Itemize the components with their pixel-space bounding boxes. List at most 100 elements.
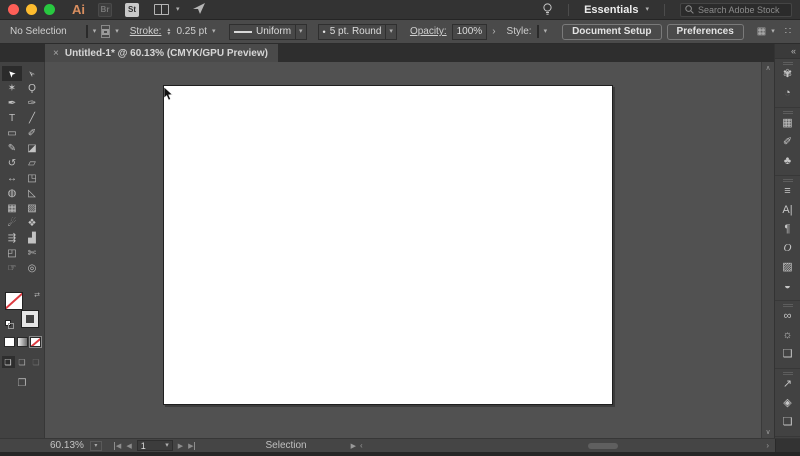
style-chevron-icon[interactable]: ▾	[544, 28, 548, 35]
rectangle-tool[interactable]: ▭	[2, 126, 22, 141]
line-segment-tool[interactable]: ╱	[22, 111, 42, 126]
stroke-weight-stepper[interactable]: ▴ ▾	[167, 27, 170, 37]
fill-stroke-indicator[interactable]: ⇄	[5, 292, 40, 329]
document-setup-button[interactable]: Document Setup	[562, 23, 662, 40]
tab-close-icon[interactable]: ×	[53, 48, 59, 59]
layers-panel-icon[interactable]: ◈	[775, 393, 800, 412]
pen-tool[interactable]: ✒	[2, 96, 22, 111]
snap-grid-icon[interactable]: ▦	[757, 26, 766, 37]
zoom-level-value[interactable]: 60.13%	[50, 440, 84, 451]
fill-indicator-swatch[interactable]	[5, 292, 23, 310]
stepper-down-icon[interactable]: ▾	[167, 31, 170, 37]
mac-minimize-button[interactable]	[26, 4, 37, 15]
lasso-tool[interactable]: Ϙ	[22, 81, 42, 96]
brushes-panel-icon[interactable]: ✐	[775, 132, 800, 151]
stock-icon[interactable]: St	[125, 2, 139, 17]
swatches-panel-icon[interactable]: ▦	[775, 113, 800, 132]
panel-group-grip[interactable]	[782, 62, 793, 63]
next-artboard-icon[interactable]: ▶	[178, 442, 183, 450]
stock-search-input[interactable]: Search Adobe Stock	[680, 2, 792, 17]
default-fill-stroke-icon[interactable]	[5, 320, 14, 329]
workspace-chevron-icon[interactable]: ▾	[645, 6, 649, 13]
character-panel-icon[interactable]: A|	[775, 200, 800, 219]
opacity-field[interactable]: 100%	[451, 23, 488, 40]
panel-group-grip[interactable]	[782, 179, 793, 180]
graphic-styles-panel-icon[interactable]: ❑	[775, 344, 800, 363]
stroke-weight-chevron-icon[interactable]: ▾	[212, 28, 216, 35]
gradient-mode-button[interactable]	[16, 337, 28, 347]
vertical-scrollbar[interactable]: ∧ ∨	[761, 62, 774, 438]
eyedropper-tool[interactable]: ☄	[2, 216, 22, 231]
fill-color-swatch[interactable]	[85, 25, 88, 38]
magic-wand-tool[interactable]: ✶	[2, 81, 22, 96]
panel-group-grip[interactable]	[782, 372, 793, 373]
stroke-weight-value[interactable]: 0.25 pt	[176, 26, 207, 37]
transparency-panel-icon[interactable]: ◒	[775, 276, 800, 295]
symbols-panel-icon[interactable]: ♣	[775, 151, 800, 170]
screen-mode-button[interactable]: ❐	[18, 378, 27, 389]
artboard-tool[interactable]: ◰	[2, 246, 22, 261]
last-artboard-icon[interactable]: ▶	[188, 441, 196, 450]
lightbulb-icon[interactable]	[542, 3, 553, 16]
symbol-sprayer-tool[interactable]: ⇶	[2, 231, 22, 246]
scroll-right-icon[interactable]: ›	[766, 441, 769, 450]
status-back-icon[interactable]: ‹	[360, 441, 363, 450]
color-guide-panel-icon[interactable]: ◔	[775, 83, 800, 102]
scroll-down-icon[interactable]: ∨	[765, 428, 770, 436]
status-flyout-icon[interactable]: ▶	[351, 442, 356, 450]
opacity-submenu-icon[interactable]: ›	[492, 26, 495, 37]
libraries-panel-icon[interactable]: ∞	[775, 306, 800, 325]
none-mode-button[interactable]	[28, 336, 42, 348]
horizontal-scrollbar[interactable]	[371, 442, 759, 450]
previous-artboard-icon[interactable]: ◀	[126, 442, 131, 450]
share-icon[interactable]	[192, 2, 205, 17]
eraser-tool[interactable]: ◪	[22, 141, 42, 156]
stroke-panel-icon[interactable]: ≡	[775, 181, 800, 200]
stroke-color-swatch[interactable]	[101, 25, 111, 38]
panel-group-grip[interactable]	[782, 304, 793, 305]
horizontal-scroll-thumb[interactable]	[587, 442, 618, 449]
free-transform-tool[interactable]: ◳	[22, 171, 42, 186]
paragraph-panel-icon[interactable]: ¶	[775, 219, 800, 238]
zoom-level-chevron-icon[interactable]: ▾	[89, 440, 102, 451]
layout-switcher-icon[interactable]	[154, 4, 169, 15]
swap-fill-stroke-icon[interactable]: ⇄	[34, 292, 40, 299]
paintbrush-tool[interactable]: ✐	[22, 126, 42, 141]
gradient-panel-icon[interactable]: ▨	[775, 257, 800, 276]
fill-chevron-icon[interactable]: ▾	[93, 28, 97, 35]
panel-group-grip[interactable]	[782, 111, 793, 112]
curvature-tool[interactable]: ✑	[22, 96, 42, 111]
opacity-link[interactable]: Opacity:	[410, 26, 447, 37]
width-profile-dropdown[interactable]: Uniform ▾	[228, 23, 307, 40]
pencil-tool[interactable]: ✎	[2, 141, 22, 156]
hand-tool[interactable]: ☞	[2, 261, 22, 276]
mac-zoom-button[interactable]	[44, 4, 55, 15]
scroll-up-icon[interactable]: ∧	[765, 64, 770, 72]
bridge-icon[interactable]: Br	[98, 2, 112, 17]
slice-tool[interactable]: ✄	[22, 246, 42, 261]
draw-normal-button[interactable]: ❏	[1, 356, 15, 368]
color-mode-button[interactable]	[3, 337, 15, 347]
column-graph-tool[interactable]: ▟	[22, 231, 42, 246]
direct-selection-tool[interactable]: ➣	[22, 66, 42, 81]
brush-dropdown[interactable]: • 5 pt. Round ▾	[317, 23, 397, 40]
type-tool[interactable]: T	[2, 111, 22, 126]
artboard-number-field[interactable]: 1 ▾	[136, 440, 173, 451]
scale-tool[interactable]: ▱	[22, 156, 42, 171]
asset-export-panel-icon[interactable]: ↗	[775, 374, 800, 393]
preferences-button[interactable]: Preferences	[666, 23, 744, 40]
stroke-chevron-icon[interactable]: ▾	[115, 28, 119, 35]
opentype-panel-icon[interactable]: O	[775, 238, 800, 257]
mesh-tool[interactable]: ▦	[2, 201, 22, 216]
selection-tool[interactable]: ➤	[2, 66, 22, 81]
width-tool[interactable]: ↔	[2, 171, 22, 186]
appearance-panel-icon[interactable]: ☼	[775, 325, 800, 344]
draw-behind-button[interactable]: ❏	[16, 356, 29, 368]
snap-grid-chevron-icon[interactable]: ▾	[771, 28, 775, 35]
artboard[interactable]	[163, 85, 613, 405]
stroke-panel-link[interactable]: Stroke:	[130, 26, 162, 37]
color-panel-icon[interactable]: ✾	[775, 64, 800, 83]
layout-switcher-chevron-icon[interactable]: ▾	[176, 6, 180, 13]
workspace-switcher[interactable]: Essentials	[584, 4, 638, 16]
zoom-tool[interactable]: ◎	[22, 261, 42, 276]
